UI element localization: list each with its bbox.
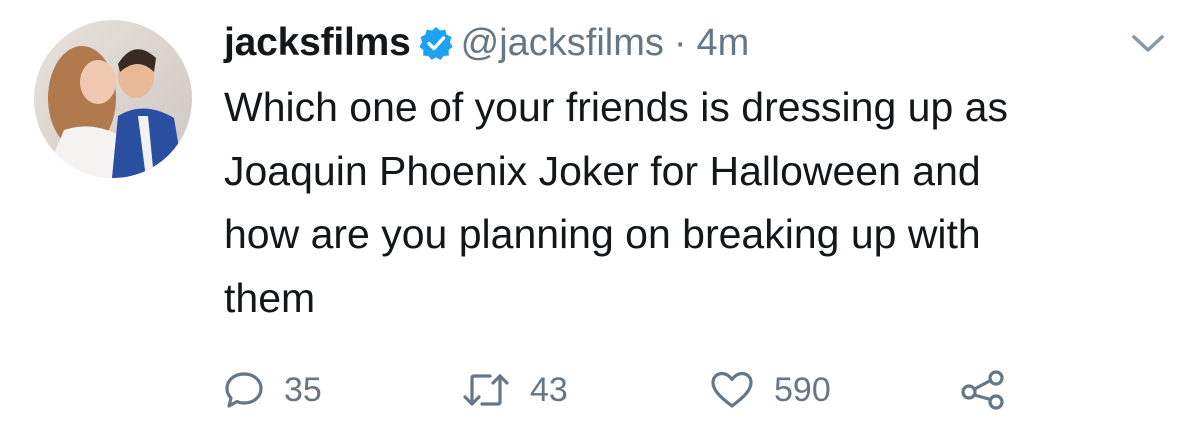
chevron-down-icon[interactable] xyxy=(1128,28,1168,58)
like-count: 590 xyxy=(774,370,831,409)
tweet-header: jacksfilms @jacksfilms · 4m xyxy=(224,18,749,68)
reply-button[interactable]: 35 xyxy=(224,360,322,420)
heart-icon xyxy=(711,371,753,408)
tweet-text-line: how are you planning on breaking up with xyxy=(224,211,981,257)
tweet-text-line: Which one of your friends is dressing up… xyxy=(224,84,1008,130)
tweet-text: Which one of your friends is dressing up… xyxy=(224,76,1164,330)
display-name[interactable]: jacksfilms xyxy=(224,21,411,65)
verified-badge-icon xyxy=(419,26,453,60)
retweet-icon xyxy=(463,374,509,406)
avatar-photo xyxy=(34,20,192,178)
share-button[interactable] xyxy=(960,360,1006,420)
separator-dot: · xyxy=(673,21,687,64)
reply-count: 35 xyxy=(284,370,322,409)
share-icon xyxy=(961,370,1004,410)
tweet-card[interactable]: jacksfilms @jacksfilms · 4m Which one of… xyxy=(0,0,1200,439)
retweet-button[interactable]: 43 xyxy=(462,360,568,420)
retweet-count: 43 xyxy=(530,370,568,409)
tweet-text-line: them xyxy=(224,274,316,321)
user-handle[interactable]: @jacksfilms xyxy=(461,22,664,65)
tweet-text-line: Joaquin Phoenix Joker for Halloween and xyxy=(224,147,981,194)
timestamp[interactable]: 4m xyxy=(697,22,750,65)
reply-icon xyxy=(225,372,263,408)
like-button[interactable]: 590 xyxy=(710,360,831,420)
avatar[interactable] xyxy=(34,20,192,178)
tweet-actions: 35 43 590 xyxy=(224,360,1124,420)
